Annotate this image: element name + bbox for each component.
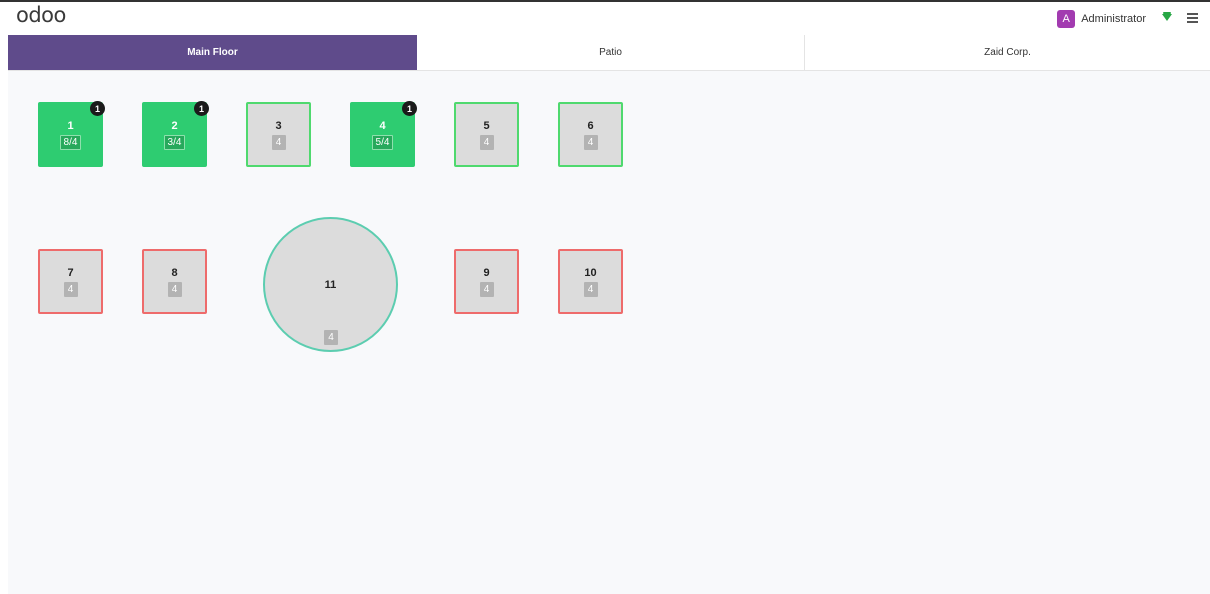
floor-plan: 1 1 8/4 1 2 3/4 3 4 1 4 5/4 5 4 6 4 7 4 …: [8, 71, 1210, 594]
user-menu[interactable]: A Administrator: [1057, 10, 1146, 28]
table-seats: 4: [271, 134, 286, 150]
table-name: 7: [67, 266, 74, 279]
table-6[interactable]: 6 4: [558, 102, 623, 167]
table-seats: 4: [479, 134, 494, 150]
order-count-badge: 1: [194, 101, 209, 116]
table-name: 9: [483, 266, 490, 279]
table-seats: 5/4: [371, 134, 394, 150]
table-seats: 4: [324, 330, 338, 345]
tab-patio[interactable]: Patio: [417, 35, 805, 70]
table-5[interactable]: 5 4: [454, 102, 519, 167]
table-name: 11: [324, 278, 337, 291]
hamburger-menu-icon[interactable]: [1187, 13, 1198, 23]
table-1[interactable]: 1 1 8/4: [38, 101, 105, 167]
table-seats: 4: [63, 281, 78, 297]
table-seats: 4: [583, 281, 598, 297]
floor-tabs: Main Floor Patio Zaid Corp.: [8, 35, 1210, 71]
odoo-logo: odoo: [16, 3, 66, 27]
top-navbar: odoo A Administrator: [0, 0, 1210, 34]
table-name: 8: [171, 266, 178, 279]
order-count-badge: 1: [402, 101, 417, 116]
table-name: 1: [67, 119, 74, 132]
table-name: 6: [587, 119, 594, 132]
table-seats: 4: [479, 281, 494, 297]
table-name: 10: [584, 266, 597, 279]
table-2[interactable]: 1 2 3/4: [142, 101, 209, 167]
table-7[interactable]: 7 4: [38, 249, 103, 314]
table-name: 5: [483, 119, 490, 132]
tab-zaid-corp[interactable]: Zaid Corp.: [805, 35, 1210, 70]
table-8[interactable]: 8 4: [142, 249, 207, 314]
table-3[interactable]: 3 4: [246, 102, 311, 167]
table-10[interactable]: 10 4: [558, 249, 623, 314]
table-9[interactable]: 9 4: [454, 249, 519, 314]
table-seats: 8/4: [59, 134, 82, 150]
table-name: 4: [379, 119, 386, 132]
table-11[interactable]: 11 4: [263, 217, 398, 352]
table-4[interactable]: 1 4 5/4: [350, 101, 417, 167]
user-avatar: A: [1057, 10, 1076, 28]
table-seats: 4: [583, 134, 598, 150]
wifi-icon: [1162, 12, 1172, 21]
table-seats: 4: [167, 281, 182, 297]
tab-main-floor[interactable]: Main Floor: [8, 35, 417, 70]
user-name: Administrator: [1081, 13, 1146, 25]
table-name: 3: [275, 119, 282, 132]
table-name: 2: [171, 119, 178, 132]
order-count-badge: 1: [90, 101, 105, 116]
table-seats: 3/4: [163, 134, 186, 150]
